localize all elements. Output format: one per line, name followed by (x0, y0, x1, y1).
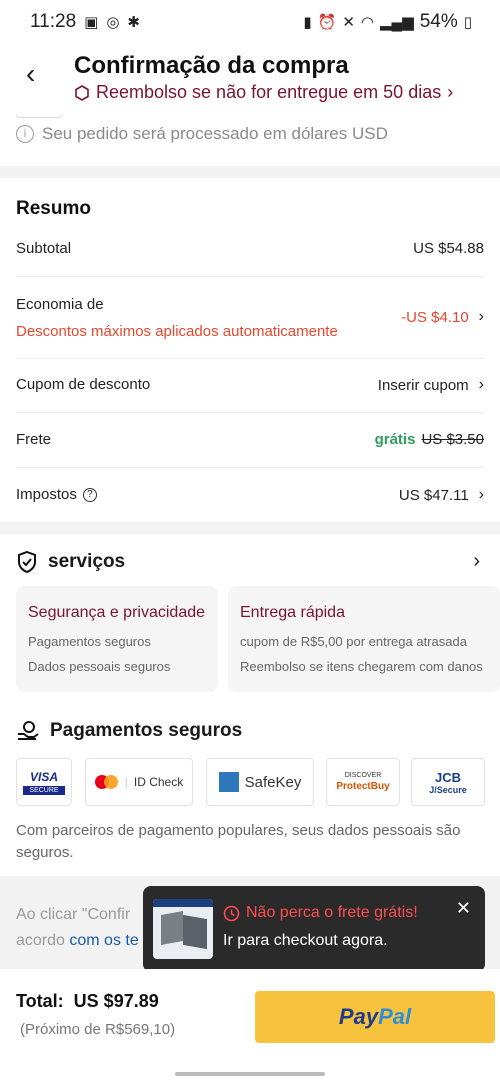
chevron-right-icon[interactable]: › (473, 550, 480, 573)
mute-icon: ✕ (342, 13, 355, 31)
divider (16, 467, 484, 468)
wifi-icon: ◠ (360, 13, 374, 31)
shield-check-icon (18, 550, 36, 574)
header: ‹ Confirmação da compra Reembolso se não… (0, 44, 500, 114)
taxes-value: US $47.11 (398, 486, 469, 504)
status-bar: 11:28 ▣ ◎ ✱ ▮ ⏰ ✕ ◠ ▂▄▆ 54% ▯ (0, 0, 500, 44)
divider (16, 276, 484, 277)
battery-saver-icon: ▮ (303, 13, 312, 31)
service-title: Segurança e privacidade (28, 604, 206, 621)
payments-header: Pagamentos seguros (16, 720, 242, 742)
service-line: Dados pessoais seguros (28, 659, 171, 674)
refund-text: Reembolso se não for entregue em 50 dias (96, 82, 442, 102)
service-line: Reembolso se itens chegarem com danos (240, 659, 483, 674)
close-icon[interactable]: ✕ (456, 898, 471, 919)
order-total: Total: US $97.89 (16, 991, 159, 1012)
amex-safekey-logo: SafeKey (206, 758, 314, 806)
clock: 11:28 (30, 11, 77, 32)
coupon-row[interactable]: Cupom de desconto Inserir cupom › (16, 376, 484, 394)
chevron-right-icon: › (478, 376, 484, 393)
taxes-label: Impostos (16, 486, 77, 503)
total-label: Total: (16, 991, 64, 1011)
shipping-free: grátis (374, 431, 416, 448)
bug-icon: ✱ (127, 13, 140, 31)
shipping-old-price: US $3.50 (421, 431, 484, 448)
chevron-right-icon: › (478, 486, 484, 503)
services-title: serviços (48, 551, 126, 572)
battery-icon: ▯ (463, 13, 472, 31)
paypal-button[interactable]: Pay Pal (255, 991, 495, 1043)
summary-card: Resumo Subtotal US $54.88 Economia de De… (0, 178, 500, 522)
alarm-icon: ⏰ (317, 13, 337, 31)
service-card-security: Segurança e privacidade Pagamentos segur… (16, 586, 218, 692)
battery-percent: 54% (419, 11, 458, 32)
secure-payment-icon (18, 721, 39, 740)
savings-row[interactable]: Economia de Descontos máximos aplicados … (16, 296, 484, 340)
free-shipping-toast[interactable]: Não perca o frete grátis! Ir para checko… (143, 886, 485, 982)
jcb-jsecure-logo: JCB J/Secure (411, 758, 485, 806)
payment-logos: VISA SECURE | ID Check SafeKey DISCOVER … (16, 758, 500, 806)
back-arrow-icon[interactable]: ‹ (26, 60, 35, 88)
toast-subtitle[interactable]: Ir para checkout agora. (223, 932, 388, 950)
terms-text-line2: acordo com os te (16, 932, 139, 949)
shipping-row: Frete grátis US $3.50 (16, 431, 484, 448)
toast-title: Não perca o frete grátis! (246, 904, 418, 921)
checkout-footer: Total: US $97.89 (Próximo de R$569,10) P… (0, 969, 500, 1083)
home-indicator[interactable] (175, 1072, 325, 1076)
subtotal-value: US $54.88 (413, 240, 484, 257)
taxes-row[interactable]: Impostos ? US $47.11 › (16, 486, 484, 504)
discover-protectbuy-logo: DISCOVER ProtectBuy (326, 758, 400, 806)
terms-link[interactable]: com os te (69, 932, 138, 949)
service-title: Entrega rápida (240, 604, 345, 621)
approx-local-total: (Próximo de R$569,10) (20, 1021, 176, 1038)
services-header[interactable]: serviços (16, 550, 125, 574)
payments-note: Com parceiros de pagamento populares, se… (16, 822, 461, 861)
amex-icon (218, 772, 239, 792)
collapsed-tab (16, 114, 62, 118)
service-line: cupom de R$5,00 por entrega atrasada (240, 634, 467, 649)
toast-title-row: Não perca o frete grátis! (223, 904, 418, 922)
payments-title: Pagamentos seguros (50, 720, 243, 741)
divider (16, 412, 484, 413)
services-card: serviços › Segurança e privacidade Pagam… (0, 534, 500, 876)
signal-icon: ▂▄▆ (380, 13, 414, 31)
service-line: Pagamentos seguros (28, 634, 151, 649)
total-value: US $97.89 (73, 991, 159, 1011)
help-icon[interactable]: ? (82, 487, 97, 502)
terms-text-line1: Ao clicar "Confir (16, 906, 131, 923)
chevron-right-icon: › (447, 82, 454, 102)
savings-value: -US $4.10 (401, 308, 469, 326)
whatsapp-icon: ◎ (106, 13, 120, 31)
service-card-delivery: Entrega rápida cupom de R$5,00 por entre… (228, 586, 500, 692)
coupon-value: Inserir cupom (377, 376, 469, 394)
currency-note: Seu pedido será processado em dólares US… (42, 124, 388, 143)
coupon-label: Cupom de desconto (16, 376, 151, 393)
currency-note-card: i Seu pedido será processado em dólares … (0, 114, 500, 166)
info-icon: i (16, 125, 34, 143)
summary-title: Resumo (16, 198, 91, 219)
refund-banner[interactable]: Reembolso se não for entregue em 50 dias… (74, 82, 453, 103)
subtotal-row: Subtotal US $54.88 (16, 240, 484, 257)
product-thumbnail (153, 899, 213, 959)
visa-secure-logo: VISA SECURE (16, 758, 72, 806)
chevron-right-icon: › (478, 308, 484, 325)
gallery-icon: ▣ (84, 13, 99, 31)
divider (16, 358, 484, 359)
subtotal-label: Subtotal (16, 240, 72, 257)
shipping-label: Frete (16, 431, 52, 448)
shield-hexagon-icon (75, 84, 89, 101)
mastercard-idcheck-logo: | ID Check (85, 758, 193, 806)
mastercard-icon (94, 775, 119, 789)
clock-icon (223, 905, 240, 921)
page-title: Confirmação da compra (74, 52, 349, 79)
